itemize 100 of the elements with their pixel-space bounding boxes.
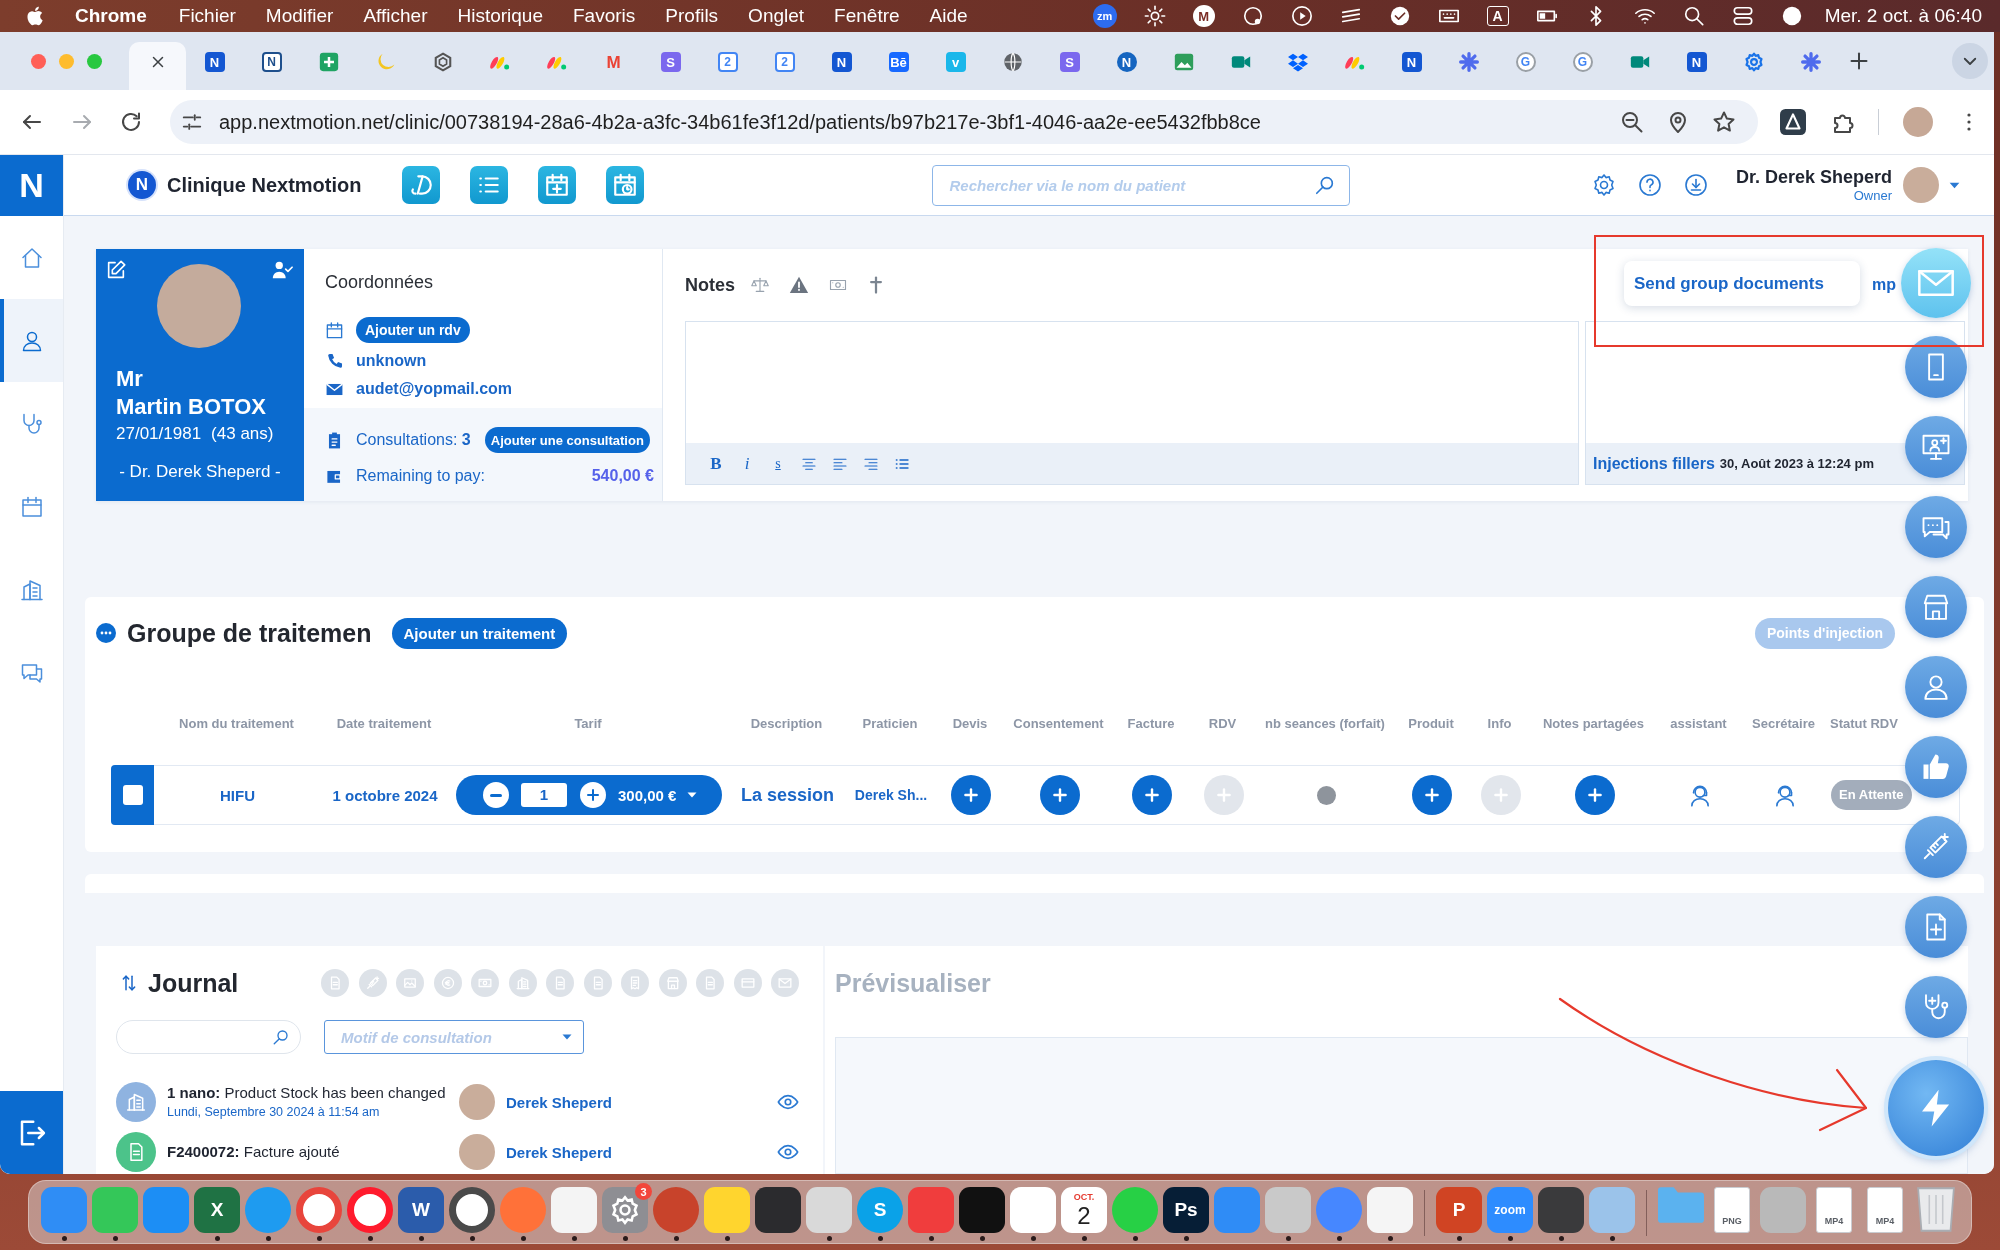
trash-icon[interactable] [1917,1187,1955,1232]
shortcut-button[interactable] [402,166,441,204]
entry-title[interactable]: Injections fillers [1593,454,1715,473]
menu-item[interactable]: Favoris [573,5,636,27]
cross-icon[interactable] [867,276,885,294]
app-icon[interactable]: Ps [1163,1187,1209,1233]
row-checkbox[interactable] [122,785,143,805]
app-icon[interactable]: zoom [1487,1187,1533,1233]
download-icon[interactable] [1683,173,1708,197]
quantity-field[interactable]: 1 [521,783,567,807]
logout-button[interactable] [0,1091,63,1174]
browser-tab[interactable]: 2 [756,42,813,90]
settings-icon[interactable] [1591,173,1616,197]
add-treatment-button[interactable]: Ajouter un traitement [391,617,568,649]
menu-item[interactable]: Aide [929,5,968,27]
file-icon[interactable]: PNG [1714,1187,1750,1233]
menu-item[interactable]: Modifier [265,5,334,27]
play-icon[interactable] [1290,5,1313,27]
notes-title[interactable]: Notes [685,274,735,296]
format-button[interactable]: B [708,453,724,474]
close-window-button[interactable] [31,53,46,69]
nav-item[interactable] [0,299,63,382]
search-field[interactable]: Rechercher via le nom du patient [932,164,1351,206]
status-item[interactable]: A [1486,6,1509,26]
scale-icon[interactable] [751,276,769,294]
browser-tab[interactable]: S [1041,42,1098,90]
ring-app-icon[interactable] [347,1187,393,1233]
browser-tab[interactable]: N [813,42,870,90]
ellipsis-icon[interactable] [96,623,116,643]
menu-item[interactable]: Historique [457,5,543,27]
app-icon[interactable]: X [194,1187,240,1233]
browser-tab[interactable]: Bē [870,42,927,90]
help-icon[interactable] [1637,173,1662,197]
menu-clock[interactable]: Mer. 2 oct. à 06:40 [1824,5,1982,27]
app-icon[interactable]: P [1436,1187,1482,1233]
shortcut-button[interactable] [606,166,645,204]
app-icon[interactable]: W [398,1187,444,1233]
ring-app-icon[interactable] [296,1187,342,1233]
person-check-icon[interactable] [271,259,293,281]
format-button[interactable]: s [770,453,786,474]
app-icon[interactable] [1538,1187,1584,1233]
ring-app-icon[interactable] [449,1187,495,1233]
menu-item[interactable]: Fenêtre [834,5,900,27]
menu-item[interactable]: Afficher [363,5,428,27]
browser-tab[interactable]: M [585,42,642,90]
browser-tab[interactable]: S [642,42,699,90]
add-button[interactable] [1412,775,1452,815]
status-item[interactable]: M [1192,5,1215,27]
warning-icon[interactable] [789,275,809,295]
menu-item[interactable]: Fichier [178,5,236,27]
add-button[interactable] [951,775,991,815]
tab-search-button[interactable] [1952,43,1988,79]
avatar-icon[interactable] [1903,107,1933,137]
menu-item[interactable]: Onglet [748,5,805,27]
price-stepper[interactable]: 1 300,00 € [456,775,722,815]
add-button[interactable] [1132,775,1172,815]
shortcut-button[interactable] [538,166,577,204]
user-name[interactable]: Dr. Derek Sheperd [1735,166,1892,188]
add-appointment-button[interactable]: Ajouter un rdv [356,317,470,343]
reload-icon[interactable] [119,110,143,134]
shortcut-button[interactable] [470,166,509,204]
maximize-window-button[interactable] [87,53,102,69]
file-icon[interactable]: MP4 [1867,1187,1903,1233]
zoom-out-icon[interactable] [1620,110,1644,134]
email-address[interactable]: audet@yopmail.com [356,380,513,398]
app-icon[interactable] [755,1187,801,1233]
menu-item[interactable]: Chrome [75,5,147,27]
notes-editor-field[interactable]: B i s [685,321,1579,485]
author-name[interactable]: Derek Sheperd [506,1093,612,1111]
edit-icon[interactable] [105,259,127,281]
clinic-logo[interactable]: N [128,171,156,199]
calendar-app-icon[interactable]: OCT. 2 [1061,1187,1107,1233]
menu-item[interactable]: Profils [665,5,719,27]
site-settings-icon[interactable] [181,111,203,133]
author-name[interactable]: Derek Sheperd [506,1143,612,1161]
browser-tab[interactable]: G [1554,42,1611,90]
browser-tab[interactable]: N [1098,42,1155,90]
orb-icon[interactable] [1780,5,1803,27]
browser-tab[interactable]: N [186,42,243,90]
browser-tab[interactable]: 2 [699,42,756,90]
add-button[interactable] [1574,775,1615,815]
extension-icon[interactable] [1780,109,1806,135]
status-item[interactable]: zm [1092,4,1117,28]
sort-icon[interactable] [120,974,138,992]
check-icon[interactable] [1388,5,1411,27]
address-field[interactable]: app.nextmotion.net/clinic/00738194-28a6-4b2a-a3fc-34b61fe3f12d/patients/b97b217e-3bf1-4046-aa2e-ee5432fbb8ce [170,100,1758,144]
increment-button[interactable] [580,782,606,808]
bookmark-star-icon[interactable] [1712,110,1736,134]
browser-tab[interactable]: N [1668,42,1725,90]
app-icon[interactable] [959,1187,1005,1233]
settings-icon[interactable] [602,1187,648,1233]
add-consultation-button[interactable]: Ajouter une consultation [484,427,650,453]
reason-dropdown[interactable]: Motif de consultation [324,1020,584,1054]
record-icon[interactable] [1241,5,1264,27]
avatar-icon[interactable] [1903,167,1939,203]
add-button[interactable] [1039,775,1080,815]
browser-tab[interactable]: G [1497,42,1554,90]
search-icon[interactable] [1682,5,1705,27]
control-center-icon[interactable] [1731,5,1754,27]
app-logo[interactable]: N [0,155,63,216]
